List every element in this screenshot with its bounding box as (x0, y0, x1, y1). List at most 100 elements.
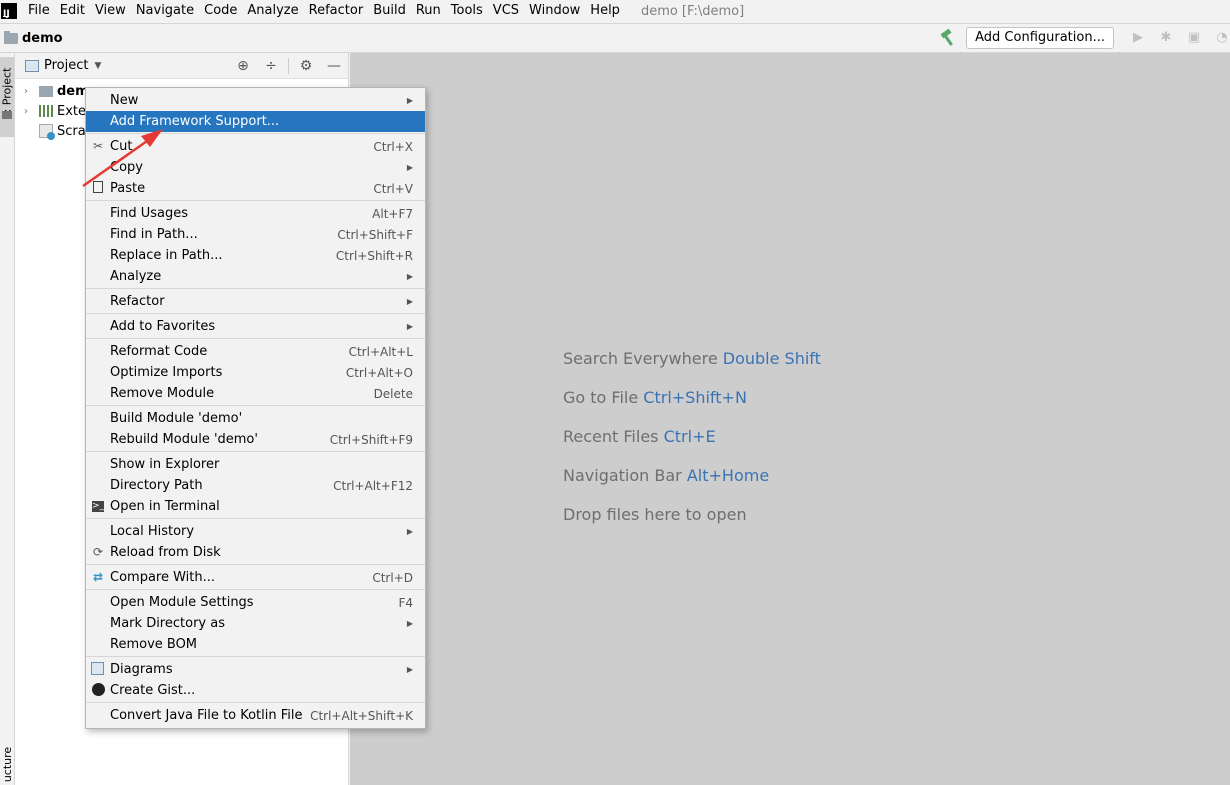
debug-icon[interactable]: ✱ (1158, 30, 1174, 46)
hide-icon[interactable]: — (326, 58, 342, 74)
menu-tools[interactable]: Tools (446, 1, 488, 21)
project-panel-header: Project ▼ ⊕ ÷ ⚙ — (15, 53, 348, 79)
menu-file[interactable]: File (23, 1, 55, 21)
menu-item-local-history[interactable]: Local History ▶ (86, 521, 425, 542)
add-configuration-button[interactable]: Add Configuration... (966, 27, 1114, 49)
menu-separator (86, 589, 425, 590)
menu-item-shortcut: F4 (398, 595, 413, 610)
menu-item-find-in-path[interactable]: Find in Path... Ctrl+Shift+F (86, 224, 425, 245)
menu-code[interactable]: Code (199, 1, 242, 21)
menu-item-cut[interactable]: ✂ Cut Ctrl+X (86, 136, 425, 157)
expand-arrow-icon[interactable]: › (19, 106, 33, 117)
coverage-icon[interactable]: ▣ (1186, 30, 1202, 46)
project-view-selector[interactable]: Project (44, 58, 88, 73)
menu-item-remove-module[interactable]: Remove Module Delete (86, 383, 425, 404)
collapse-all-icon[interactable]: ÷ (263, 58, 279, 74)
submenu-arrow-icon: ▶ (406, 163, 413, 172)
menu-item-label: Open Module Settings (110, 595, 254, 610)
scratch-icon (39, 124, 55, 140)
menu-help[interactable]: Help (585, 1, 625, 21)
divider (288, 58, 289, 74)
hint-text: Drop files here to open (563, 505, 747, 524)
menu-separator (86, 405, 425, 406)
menu-item-add-to-favorites[interactable]: Add to Favorites ▶ (86, 316, 425, 337)
menu-item-compare-with[interactable]: ⇄ Compare With... Ctrl+D (86, 567, 425, 588)
menu-item-replace-in-path[interactable]: Replace in Path... Ctrl+Shift+R (86, 245, 425, 266)
submenu-arrow-icon: ▶ (406, 527, 413, 536)
menu-view[interactable]: View (90, 1, 131, 21)
menu-item-show-in-explorer[interactable]: Show in Explorer (86, 454, 425, 475)
menu-vcs[interactable]: VCS (488, 1, 524, 21)
scissors-icon: ✂ (92, 139, 104, 153)
submenu-arrow-icon: ▶ (406, 665, 413, 674)
menu-item-open-in-terminal[interactable]: >_ Open in Terminal (86, 496, 425, 517)
menu-item-remove-bom[interactable]: Remove BOM (86, 634, 425, 655)
menu-item-diagrams[interactable]: Diagrams ▶ (86, 659, 425, 680)
hint-shortcut: Ctrl+E (663, 427, 716, 446)
structure-tool-tab[interactable]: ucture (1, 747, 14, 782)
hint-shortcut: Double Shift (722, 349, 821, 368)
locate-icon[interactable]: ⊕ (235, 58, 251, 74)
menu-navigate[interactable]: Navigate (131, 1, 199, 21)
menu-item-new[interactable]: New ▶ (86, 90, 425, 111)
menu-item-refactor[interactable]: Refactor ▶ (86, 291, 425, 312)
project-tool-tab[interactable]: 1: Project (0, 57, 14, 137)
run-icon[interactable]: ▶ (1130, 30, 1146, 46)
menu-build[interactable]: Build (368, 1, 411, 21)
build-hammer-icon[interactable] (938, 29, 956, 47)
menu-item-reformat-code[interactable]: Reformat Code Ctrl+Alt+L (86, 341, 425, 362)
menu-item-label: Add to Favorites (110, 319, 216, 334)
menu-item-label: Mark Directory as (110, 616, 225, 631)
menu-item-convert-java-file-to-kotlin-file[interactable]: Convert Java File to Kotlin File Ctrl+Alt… (86, 705, 425, 726)
submenu-arrow-icon: ▶ (406, 96, 413, 105)
menu-separator (86, 288, 425, 289)
menu-item-add-framework-support[interactable]: Add Framework Support... (86, 111, 425, 132)
window-title: demo [F:\demo] (640, 3, 745, 19)
menu-item-rebuild-module-demo[interactable]: Rebuild Module 'demo' Ctrl+Shift+F9 (86, 429, 425, 450)
menu-item-label: Refactor (110, 294, 165, 309)
menu-item-label: Compare With... (110, 570, 216, 585)
menu-analyze[interactable]: Analyze (242, 1, 303, 21)
terminal-icon: >_ (92, 501, 105, 512)
left-tool-strip: 1: Project ucture (0, 53, 15, 785)
menu-bar: IJ File Edit View Navigate Code Analyze Refact… (0, 0, 1230, 22)
menu-item-label: Optimize Imports (110, 365, 223, 380)
toolbar-right: Add Configuration... ▶ ✱ ▣ ◔ (938, 24, 1230, 52)
menu-item-create-gist[interactable]: Create Gist... (86, 680, 425, 701)
profile-icon[interactable]: ◔ (1214, 30, 1230, 46)
clipboard-icon (93, 181, 103, 193)
menu-item-shortcut: Ctrl+X (373, 139, 413, 154)
menu-item-open-module-settings[interactable]: Open Module Settings F4 (86, 592, 425, 613)
menu-item-build-module-demo[interactable]: Build Module 'demo' (86, 408, 425, 429)
menu-separator (86, 451, 425, 452)
gear-icon[interactable]: ⚙ (298, 58, 314, 74)
menu-item-optimize-imports[interactable]: Optimize Imports Ctrl+Alt+O (86, 362, 425, 383)
folder-tab-icon (2, 111, 12, 119)
menu-refactor[interactable]: Refactor (304, 1, 369, 21)
menu-window[interactable]: Window (524, 1, 585, 21)
menu-edit[interactable]: Edit (55, 1, 90, 21)
menu-item-reload-from-disk[interactable]: ⟳ Reload from Disk (86, 542, 425, 563)
breadcrumb-demo[interactable]: demo (22, 31, 63, 46)
menu-item-label: Rebuild Module 'demo' (110, 432, 258, 447)
menu-item-label: Open in Terminal (110, 499, 220, 514)
submenu-arrow-icon: ▶ (406, 619, 413, 628)
menu-run[interactable]: Run (411, 1, 446, 21)
menu-item-find-usages[interactable]: Find Usages Alt+F7 (86, 203, 425, 224)
module-folder-icon (4, 30, 18, 44)
editor-empty-area[interactable]: Search Everywhere Double Shift Go to File… (350, 53, 1230, 785)
menu-separator (86, 518, 425, 519)
menu-item-analyze[interactable]: Analyze ▶ (86, 266, 425, 287)
menu-item-label: Find in Path... (110, 227, 198, 242)
intellij-logo-icon[interactable]: IJ (1, 3, 17, 19)
github-icon (92, 683, 105, 696)
menu-item-copy[interactable]: Copy ▶ (86, 157, 425, 178)
menu-item-label: Local History (110, 524, 195, 539)
menu-item-directory-path[interactable]: Directory Path Ctrl+Alt+F12 (86, 475, 425, 496)
reload-icon: ⟳ (92, 545, 104, 559)
menu-item-paste[interactable]: Paste Ctrl+V (86, 178, 425, 199)
menu-separator (86, 564, 425, 565)
expand-arrow-icon[interactable]: › (19, 86, 33, 97)
menu-item-mark-directory-as[interactable]: Mark Directory as ▶ (86, 613, 425, 634)
chevron-down-icon[interactable]: ▼ (94, 61, 101, 71)
